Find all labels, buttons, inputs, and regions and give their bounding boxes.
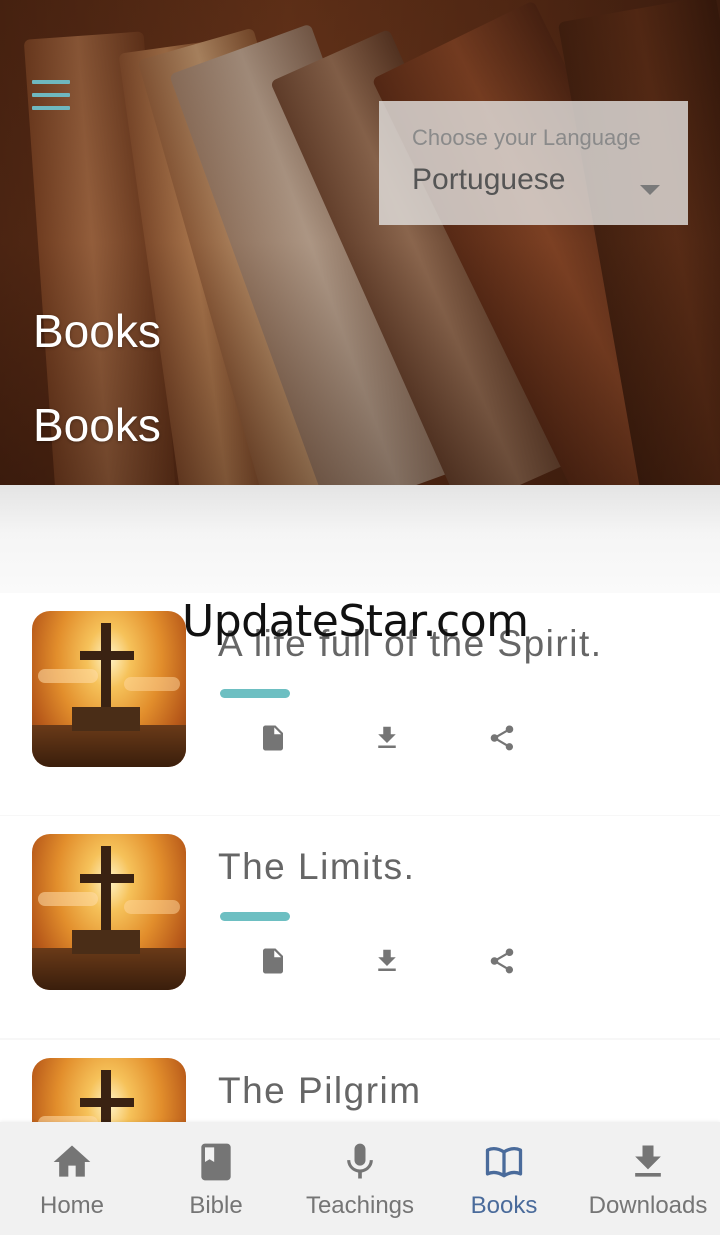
page-title: Books <box>33 305 161 357</box>
page-subtitle: Books <box>33 399 161 451</box>
cross-sunset-thumbnail <box>32 834 186 990</box>
nav-label: Teachings <box>305 1192 415 1219</box>
language-dropdown[interactable]: Choose your Language Portuguese <box>379 101 688 225</box>
open-book-icon <box>482 1140 526 1184</box>
document-icon[interactable] <box>258 723 288 753</box>
nav-item-books[interactable]: Books <box>432 1122 576 1235</box>
book-title: The Pilgrim <box>218 1070 422 1111</box>
nav-item-teachings[interactable]: Teachings <box>288 1122 432 1235</box>
download-icon[interactable] <box>372 723 402 753</box>
nav-item-home[interactable]: Home <box>0 1122 144 1235</box>
home-icon <box>50 1140 94 1184</box>
bible-icon <box>194 1140 238 1184</box>
share-icon[interactable] <box>487 723 517 753</box>
nav-label: Downloads <box>588 1192 708 1219</box>
language-value: Portuguese <box>412 163 566 196</box>
dropdown-caret-icon <box>640 185 660 195</box>
book-title: The Limits. <box>218 846 416 887</box>
language-label: Choose your Language <box>412 125 641 150</box>
nav-label: Books <box>470 1192 538 1219</box>
bottom-navigation: Home Bible Teachings Books Downloads <box>0 1122 720 1235</box>
book-list-item[interactable]: A life full of the Spirit. <box>0 593 720 815</box>
nav-item-bible[interactable]: Bible <box>144 1122 288 1235</box>
share-icon[interactable] <box>487 946 517 976</box>
book-list-item[interactable]: The Limits. <box>0 816 720 1038</box>
download-icon <box>626 1140 670 1184</box>
cross-sunset-thumbnail <box>32 611 186 767</box>
accent-divider <box>220 912 290 921</box>
microphone-icon <box>338 1140 382 1184</box>
book-title: A life full of the Spirit. <box>218 623 603 664</box>
nav-label: Home <box>39 1192 105 1219</box>
download-icon[interactable] <box>372 946 402 976</box>
nav-label: Bible <box>189 1192 243 1219</box>
nav-item-downloads[interactable]: Downloads <box>576 1122 720 1235</box>
header-shadow <box>0 485 720 593</box>
accent-divider <box>220 689 290 698</box>
header-banner: Choose your Language Portuguese Books Bo… <box>0 0 720 485</box>
hamburger-menu-icon[interactable] <box>32 80 70 110</box>
document-icon[interactable] <box>258 946 288 976</box>
